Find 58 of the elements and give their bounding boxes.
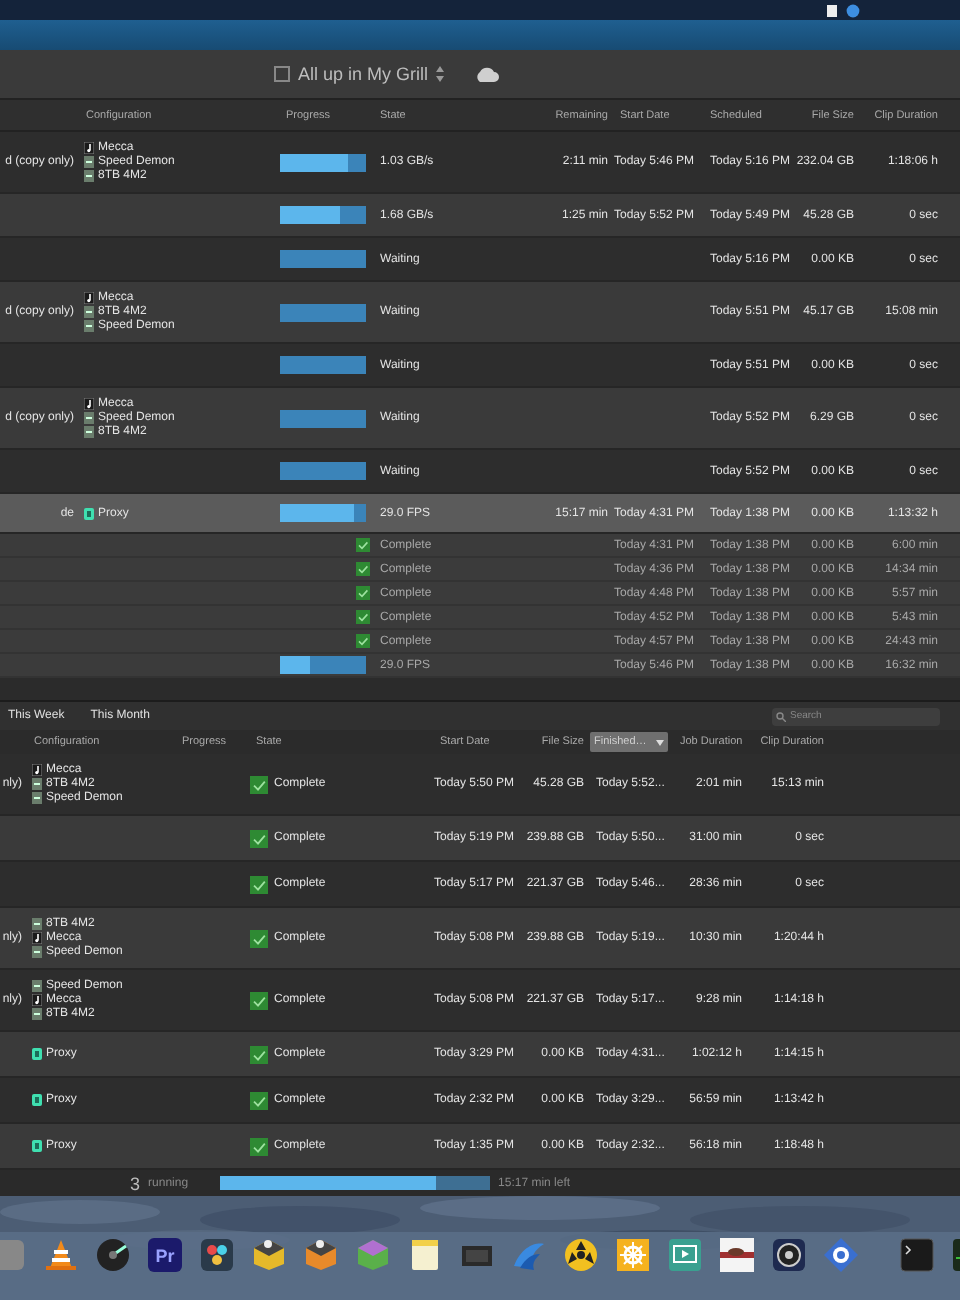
progress-bar — [280, 303, 366, 321]
running-count: 3 — [130, 1173, 141, 1193]
drive-icon — [32, 980, 42, 992]
check-icon — [250, 829, 268, 847]
gear-icon — [616, 1238, 650, 1272]
play-screen-icon — [668, 1238, 702, 1272]
proxy-icon — [84, 507, 94, 519]
caret-icon — [656, 739, 664, 745]
toolbar-title: All up in My Grill — [298, 64, 429, 84]
status-dot-icon — [846, 3, 860, 17]
check-icon — [356, 538, 370, 552]
updown-arrows-icon — [436, 66, 445, 82]
check-icon — [356, 586, 370, 600]
drive-icon — [32, 918, 42, 930]
cube-icon — [304, 1238, 338, 1272]
proxy-icon — [32, 1094, 42, 1106]
music-note-icon — [32, 764, 42, 776]
notes-icon — [408, 1238, 442, 1272]
diamond-gear-icon — [824, 1238, 858, 1272]
checkbox-icon — [274, 66, 290, 82]
music-note-icon — [84, 398, 94, 410]
progress-bar — [280, 462, 366, 480]
drive-icon — [32, 946, 42, 958]
photo-tile-icon — [720, 1238, 754, 1272]
radiation-icon — [564, 1238, 598, 1272]
check-icon — [250, 1091, 268, 1109]
music-note-icon — [32, 932, 42, 944]
premiere-icon[interactable]: Pr — [148, 1238, 182, 1272]
search-icon — [776, 711, 786, 721]
app-icon — [0, 1238, 26, 1272]
proxy-icon — [32, 1048, 42, 1060]
color-wheels-icon — [200, 1238, 234, 1272]
check-icon — [356, 634, 370, 648]
check-icon — [250, 875, 268, 893]
music-note-icon — [84, 142, 94, 154]
music-note-icon — [84, 292, 94, 304]
terminal-icon — [900, 1238, 934, 1272]
drive-icon — [32, 1008, 42, 1020]
check-icon — [250, 929, 268, 947]
music-note-icon — [32, 994, 42, 1006]
check-icon — [250, 991, 268, 1009]
progress-bar — [280, 409, 366, 427]
cube-icon — [252, 1238, 286, 1272]
check-icon — [356, 562, 370, 576]
check-icon — [356, 610, 370, 624]
proxy-icon — [32, 1140, 42, 1152]
check-icon — [250, 1045, 268, 1063]
document-icon — [826, 3, 838, 17]
cube-icon — [356, 1238, 390, 1272]
wave-icon — [512, 1238, 546, 1272]
cloud-icon — [474, 66, 501, 82]
traffic-cone-icon — [44, 1238, 78, 1272]
progress-bar — [280, 250, 366, 268]
check-icon — [250, 775, 268, 793]
check-icon — [250, 1137, 268, 1155]
gauge-icon — [96, 1238, 130, 1272]
progress-bar — [280, 356, 366, 374]
aperture-icon — [772, 1238, 806, 1272]
